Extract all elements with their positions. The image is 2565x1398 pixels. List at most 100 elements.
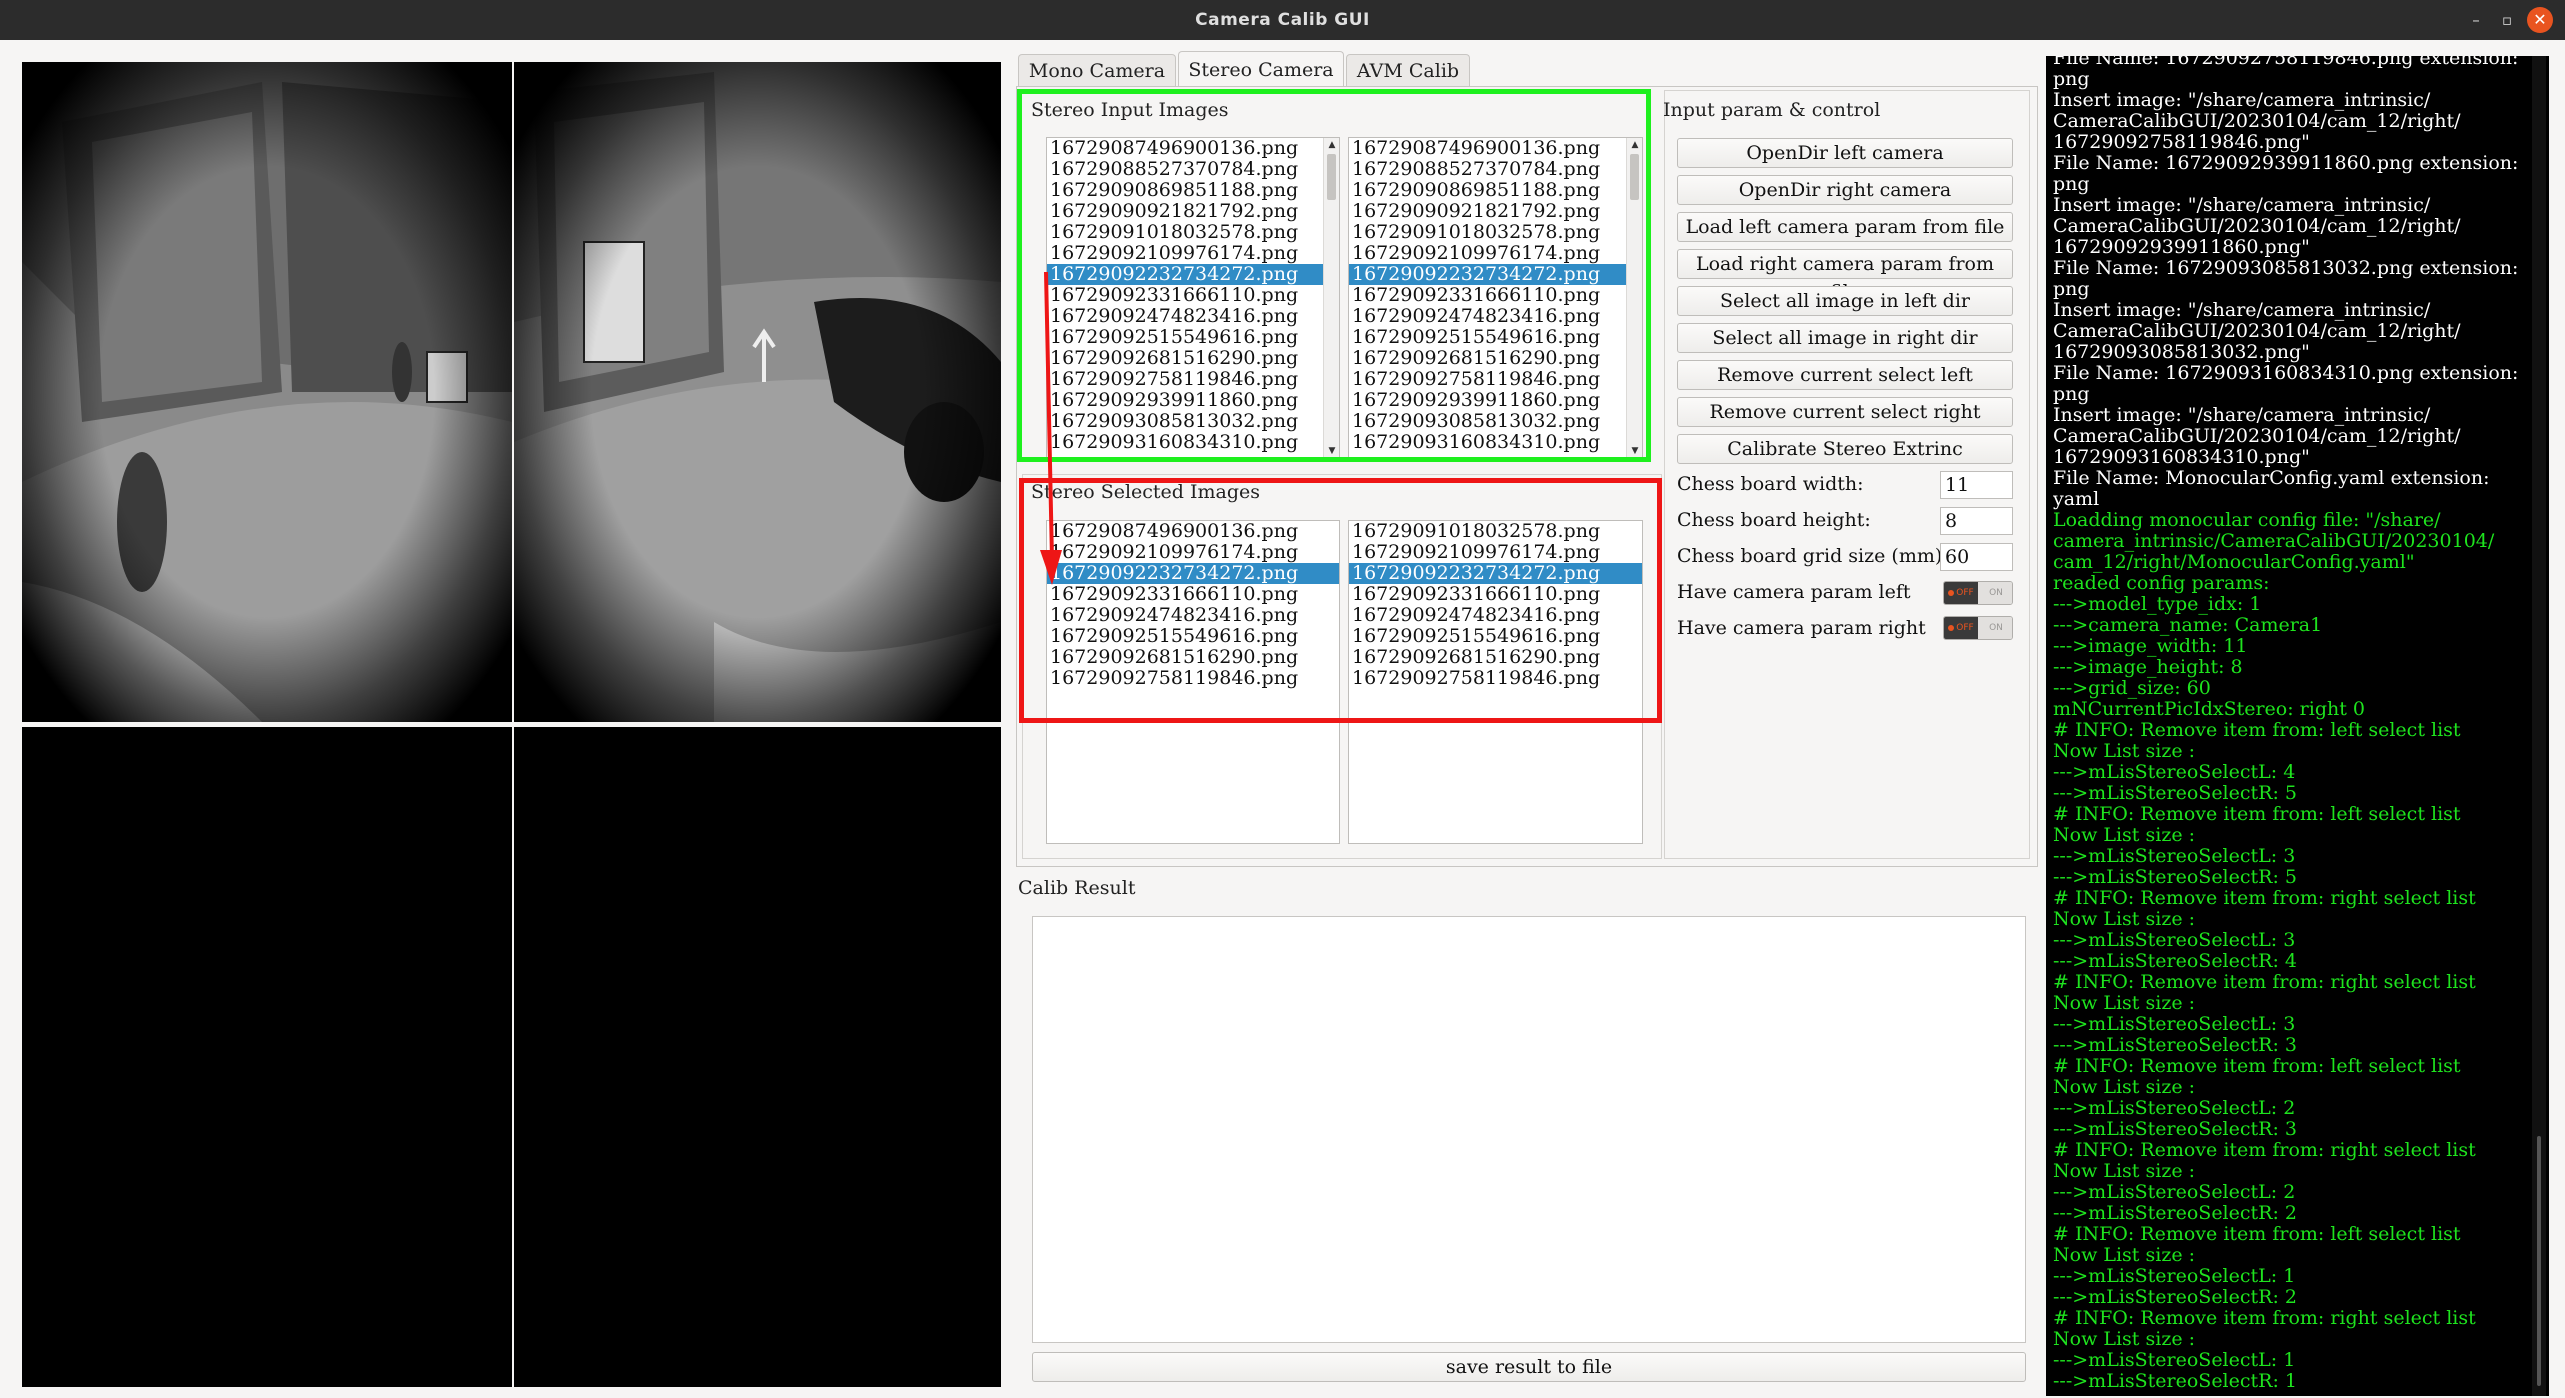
console-line: # INFO: Remove item from: right select l… <box>2053 972 2476 993</box>
console-line: Now List size : <box>2053 741 2196 762</box>
console-line: readed config params: <box>2053 573 2270 594</box>
console-line: png <box>2053 384 2090 405</box>
console-line: Loadding monocular config file: "/share/ <box>2053 510 2441 531</box>
console-line: --->mLisStereoSelectR: 4 <box>2053 951 2297 972</box>
board-width-input[interactable]: 11 <box>1940 471 2013 499</box>
console-line: # INFO: Remove item from: left select li… <box>2053 1056 2461 1077</box>
console-line: --->mLisStereoSelectR: 3 <box>2053 1035 2297 1056</box>
console-line: --->mLisStereoSelectR: 1 <box>2053 1371 2297 1392</box>
console-line: --->mLisStereoSelectR: 5 <box>2053 867 2297 888</box>
calib-result-title: Calib Result <box>1018 877 1136 899</box>
tab-stereo-camera[interactable]: Stereo Camera <box>1178 51 1344 88</box>
console-line: Now List size : <box>2053 825 2196 846</box>
console-line: --->mLisStereoSelectL: 2 <box>2053 1098 2296 1119</box>
opendir-left-camera-button[interactable]: OpenDir left camera <box>1677 138 2013 168</box>
console-log: File Name: 16729092758119846.png extensi… <box>2046 56 2549 1396</box>
tab-mono-camera[interactable]: Mono Camera <box>1018 54 1176 87</box>
title-bar: Camera Calib GUI – ▫ ✕ <box>0 0 2565 40</box>
console-line: --->mLisStereoSelectL: 3 <box>2053 930 2296 951</box>
console-line: --->camera_name: Camera1 <box>2053 615 2323 636</box>
have-param-left-label: Have camera param left <box>1677 581 1911 603</box>
console-line: Insert image: "/share/camera_intrinsic/ <box>2053 90 2431 111</box>
console-line: Now List size : <box>2053 993 2196 1014</box>
console-line: CameraCalibGUI/20230104/cam_12/right/ <box>2053 111 2461 132</box>
console-line: File Name: MonocularConfig.yaml extensio… <box>2053 468 2490 489</box>
left-camera-image-view <box>22 62 512 722</box>
console-line: CameraCalibGUI/20230104/cam_12/right/ <box>2053 216 2461 237</box>
scroll-thumb[interactable] <box>2537 1136 2541 1386</box>
console-line: --->mLisStereoSelectL: 3 <box>2053 846 2296 867</box>
fisheye-left-image <box>22 62 512 722</box>
select-all-right-button[interactable]: Select all image in right dir <box>1677 323 2013 353</box>
console-line: 16729093160834310.png" <box>2053 447 2310 468</box>
console-line: # INFO: Remove item from: left select li… <box>2053 1224 2461 1245</box>
right-result-image-view <box>514 727 1001 1387</box>
console-line: # INFO: Remove item from: left select li… <box>2053 804 2461 825</box>
toggle-off: OFF <box>1944 617 1978 639</box>
opendir-right-camera-button[interactable]: OpenDir right camera <box>1677 175 2013 205</box>
console-line: --->grid_size: 60 <box>2053 678 2211 699</box>
toggle-on: ON <box>1978 617 2012 639</box>
have-param-right-toggle[interactable]: OFF ON <box>1943 616 2013 640</box>
console-line: File Name: 16729092758119846.png extensi… <box>2053 56 2519 69</box>
board-width-label: Chess board width: <box>1677 473 1864 495</box>
minimize-icon[interactable]: – <box>2464 8 2488 32</box>
grid-size-label: Chess board grid size (mm): <box>1677 545 1949 567</box>
input-param-control-title: Input param & control <box>1663 99 1881 121</box>
console-line: camera_intrinsic/CameraCalibGUI/20230104… <box>2053 531 2495 552</box>
console-line: cam_12/right/MonocularConfig.yaml" <box>2053 552 2415 573</box>
console-line: Now List size : <box>2053 1077 2196 1098</box>
grid-size-input[interactable]: 60 <box>1940 543 2013 571</box>
console-line: --->image_width: 11 <box>2053 636 2248 657</box>
console-line: --->model_type_idx: 1 <box>2053 594 2262 615</box>
left-result-image-view <box>22 727 512 1387</box>
console-line: 16729092758119846.png" <box>2053 132 2310 153</box>
remove-select-right-button[interactable]: Remove current select right <box>1677 397 2013 427</box>
console-line: png <box>2053 69 2090 90</box>
maximize-icon[interactable]: ▫ <box>2495 8 2519 32</box>
console-line: Insert image: "/share/camera_intrinsic/ <box>2053 405 2431 426</box>
calibrate-stereo-extrinc-button[interactable]: Calibrate Stereo Extrinc <box>1677 434 2013 464</box>
remove-select-left-button[interactable]: Remove current select left <box>1677 360 2013 390</box>
console-scrollbar[interactable] <box>2532 56 2546 1396</box>
console-line: yaml <box>2053 489 2100 510</box>
console-line: Insert image: "/share/camera_intrinsic/ <box>2053 195 2431 216</box>
board-height-input[interactable]: 8 <box>1940 507 2013 535</box>
console-line: --->image_height: 8 <box>2053 657 2243 678</box>
console-line: --->mLisStereoSelectR: 2 <box>2053 1287 2297 1308</box>
console-line: --->mLisStereoSelectL: 1 <box>2053 1266 2296 1287</box>
console-line: mNCurrentPicIdxStereo: right 0 <box>2053 699 2366 720</box>
annotation-green-box <box>1017 89 1651 462</box>
board-height-label: Chess board height: <box>1677 509 1871 531</box>
calib-result-textbox[interactable] <box>1032 916 2026 1343</box>
console-line: --->mLisStereoSelectR: 2 <box>2053 1203 2297 1224</box>
annotation-red-box <box>1019 478 1662 723</box>
console-line: --->mLisStereoSelectR: 3 <box>2053 1119 2297 1140</box>
toggle-off: OFF <box>1944 582 1978 604</box>
console-line: 16729092939911860.png" <box>2053 237 2310 258</box>
fisheye-right-image <box>514 62 1001 722</box>
load-right-camera-param-button[interactable]: Load right camera param from file <box>1677 249 2013 303</box>
console-line: # INFO: Remove item from: right select l… <box>2053 1308 2476 1329</box>
window-title: Camera Calib GUI <box>1195 10 1370 30</box>
annotation-red-arrow <box>1040 271 1062 585</box>
save-result-button[interactable]: save result to file <box>1032 1352 2026 1382</box>
console-line: --->mLisStereoSelectL: 3 <box>2053 1014 2296 1035</box>
console-line: Now List size : <box>2053 1161 2196 1182</box>
console-line: --->mLisStereoSelectL: 4 <box>2053 762 2296 783</box>
console-line: # INFO: Remove item from: right select l… <box>2053 888 2476 909</box>
have-param-left-toggle[interactable]: OFF ON <box>1943 581 2013 605</box>
console-line: Now List size : <box>2053 1245 2196 1266</box>
console-line: --->mLisStereoSelectR: 5 <box>2053 783 2297 804</box>
console-line: # INFO: Remove item from: right select l… <box>2053 1140 2476 1161</box>
console-line: Now List size : <box>2053 1329 2196 1350</box>
load-left-camera-param-button[interactable]: Load left camera param from file <box>1677 212 2013 242</box>
console-line: 16729093085813032.png" <box>2053 342 2310 363</box>
console-line: CameraCalibGUI/20230104/cam_12/right/ <box>2053 321 2461 342</box>
right-camera-image-view <box>514 62 1001 722</box>
select-all-left-button[interactable]: Select all image in left dir <box>1677 286 2013 316</box>
toggle-on: ON <box>1978 582 2012 604</box>
tab-avm-calib[interactable]: AVM Calib <box>1346 54 1470 87</box>
close-icon[interactable]: ✕ <box>2527 7 2553 33</box>
console-line: png <box>2053 174 2090 195</box>
